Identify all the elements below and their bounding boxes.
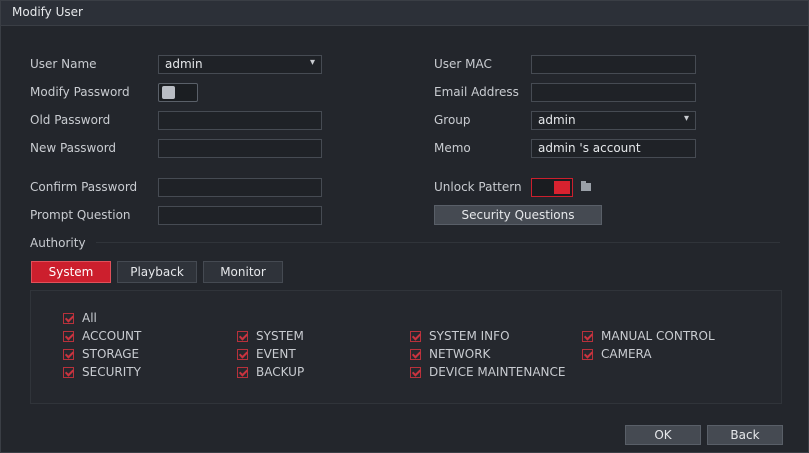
checkbox-manual-control[interactable]: MANUAL CONTROL — [582, 328, 715, 344]
checkbox-box — [237, 366, 248, 378]
checkbox-label: SECURITY — [82, 365, 141, 379]
email-address-input[interactable] — [531, 83, 696, 102]
ok-button[interactable]: OK — [625, 425, 701, 445]
unlock-pattern-toggle[interactable] — [531, 178, 573, 197]
permissions-panel — [30, 290, 782, 404]
checkbox-box — [582, 330, 593, 342]
checkbox-box — [410, 348, 421, 360]
checkbox-label: SYSTEM — [256, 329, 304, 343]
checkbox-label: BACKUP — [256, 365, 305, 379]
checkbox-box — [63, 348, 74, 360]
confirm-password-input[interactable] — [158, 178, 322, 197]
checkbox-security[interactable]: SECURITY — [63, 364, 141, 380]
group-select[interactable]: admin — [531, 111, 696, 130]
new-password-input[interactable] — [158, 139, 322, 158]
checkbox-storage[interactable]: STORAGE — [63, 346, 139, 362]
checkbox-device-maintenance[interactable]: DEVICE MAINTENANCE — [410, 364, 565, 380]
checkbox-system[interactable]: SYSTEM — [237, 328, 304, 344]
checkbox-label: MANUAL CONTROL — [601, 329, 715, 343]
checkbox-label: ACCOUNT — [82, 329, 142, 343]
pattern-toggle-fill — [554, 181, 570, 194]
dialog-title: Modify User — [12, 5, 83, 19]
checkbox-backup[interactable]: BACKUP — [237, 364, 304, 380]
prompt-question-input[interactable] — [158, 206, 322, 225]
checkbox-label: EVENT — [256, 347, 296, 361]
user-mac-input[interactable] — [531, 55, 696, 74]
prompt-question-label: Prompt Question — [30, 208, 131, 222]
checkbox-label: All — [82, 311, 97, 325]
checkbox-box — [237, 330, 248, 342]
new-password-label: New Password — [30, 141, 117, 155]
email-address-label: Email Address — [434, 85, 519, 99]
checkbox-box — [63, 330, 74, 342]
tab-system[interactable]: System — [31, 261, 111, 283]
user-name-value: admin — [165, 57, 203, 71]
checkbox-box — [410, 330, 421, 342]
modify-password-label: Modify Password — [30, 85, 130, 99]
checkbox-camera[interactable]: CAMERA — [582, 346, 652, 362]
security-questions-button[interactable]: Security Questions — [434, 205, 602, 225]
old-password-input[interactable] — [158, 111, 322, 130]
user-name-select[interactable]: admin — [158, 55, 322, 74]
checkbox-label: SYSTEM INFO — [429, 329, 510, 343]
checkbox-event[interactable]: EVENT — [237, 346, 296, 362]
checkbox-network[interactable]: NETWORK — [410, 346, 490, 362]
checkbox-label: DEVICE MAINTENANCE — [429, 365, 566, 379]
tab-monitor[interactable]: Monitor — [203, 261, 283, 283]
title-bar: Modify User — [1, 1, 808, 26]
group-label: Group — [434, 113, 471, 127]
authority-divider — [96, 242, 780, 243]
checkbox-box — [410, 366, 421, 378]
checkbox-box — [582, 348, 593, 360]
modify-password-toggle[interactable] — [158, 83, 198, 102]
user-name-label: User Name — [30, 57, 97, 71]
user-mac-label: User MAC — [434, 57, 492, 71]
back-button[interactable]: Back — [707, 425, 783, 445]
folder-icon[interactable] — [581, 181, 591, 191]
modify-user-dialog: Modify User User Name Modify Password Ol… — [0, 0, 809, 453]
tab-playback[interactable]: Playback — [117, 261, 197, 283]
checkbox-box — [63, 366, 74, 378]
old-password-label: Old Password — [30, 113, 111, 127]
checkbox-label: NETWORK — [429, 347, 491, 361]
checkbox-system-info[interactable]: SYSTEM INFO — [410, 328, 510, 344]
checkbox-label: CAMERA — [601, 347, 652, 361]
memo-input[interactable]: admin 's account — [531, 139, 696, 158]
checkbox-label: STORAGE — [82, 347, 140, 361]
memo-label: Memo — [434, 141, 471, 155]
checkbox-all[interactable]: All — [63, 310, 97, 326]
group-value: admin — [538, 113, 576, 127]
toggle-knob — [162, 86, 175, 99]
checkbox-all-box — [63, 312, 74, 324]
authority-label: Authority — [30, 236, 86, 250]
checkbox-account[interactable]: ACCOUNT — [63, 328, 141, 344]
confirm-password-label: Confirm Password — [30, 180, 138, 194]
checkbox-box — [237, 348, 248, 360]
unlock-pattern-label: Unlock Pattern — [434, 180, 522, 194]
